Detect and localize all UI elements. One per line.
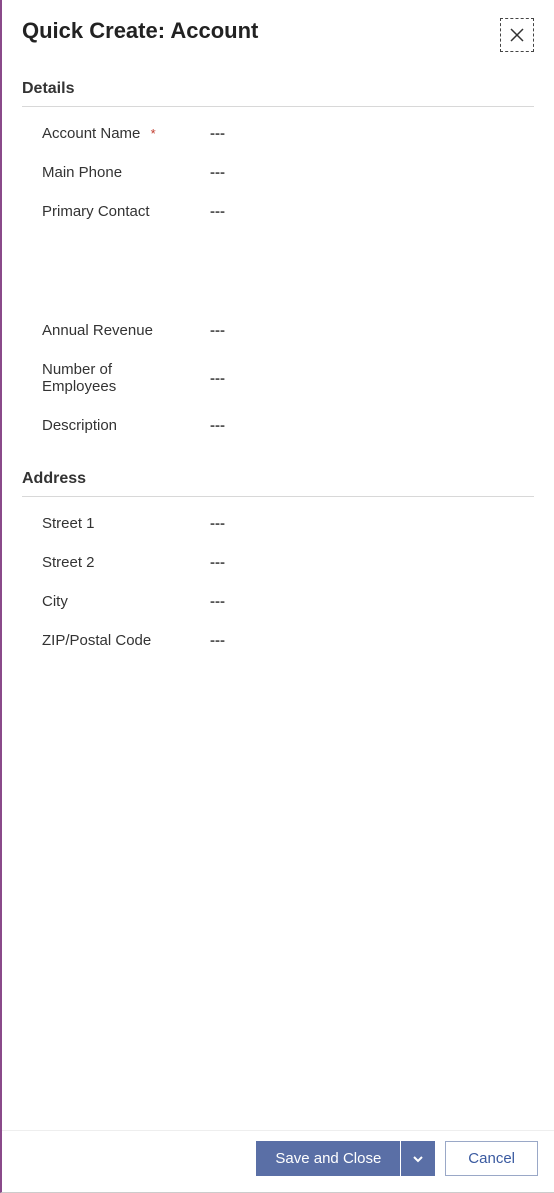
field-label-annual-revenue: Annual Revenue xyxy=(22,322,182,339)
field-label-account-name: Account Name * xyxy=(22,125,182,142)
section-title-address: Address xyxy=(22,452,534,497)
field-input-description[interactable]: --- xyxy=(182,417,225,434)
field-input-primary-contact[interactable]: --- xyxy=(182,203,225,220)
field-account-name: Account Name * --- xyxy=(22,107,534,146)
field-label-primary-contact: Primary Contact xyxy=(22,203,182,220)
field-input-main-phone[interactable]: --- xyxy=(182,164,225,181)
field-primary-contact: Primary Contact --- xyxy=(22,185,534,224)
quick-create-panel: Quick Create: Account Details Account Na… xyxy=(2,0,554,1192)
required-marker: * xyxy=(151,126,156,141)
panel-content: Details Account Name * --- Main Phone --… xyxy=(2,62,554,1130)
chevron-down-icon xyxy=(412,1153,424,1165)
field-street1: Street 1 --- xyxy=(22,497,534,536)
field-zip: ZIP/Postal Code --- xyxy=(22,614,534,653)
close-icon xyxy=(510,28,524,42)
field-label-street2: Street 2 xyxy=(22,554,182,571)
field-input-street2[interactable]: --- xyxy=(182,554,225,571)
save-split-button: Save and Close xyxy=(256,1141,435,1176)
cancel-button[interactable]: Cancel xyxy=(445,1141,538,1176)
field-annual-revenue: Annual Revenue --- xyxy=(22,304,534,343)
field-input-annual-revenue[interactable]: --- xyxy=(182,322,225,339)
panel-footer: Save and Close Cancel xyxy=(2,1130,554,1192)
field-num-employees: Number of Employees --- xyxy=(22,343,534,399)
section-title-details: Details xyxy=(22,62,534,107)
field-input-num-employees[interactable]: --- xyxy=(182,370,225,387)
field-street2: Street 2 --- xyxy=(22,536,534,575)
field-label-description: Description xyxy=(22,417,182,434)
panel-title: Quick Create: Account xyxy=(22,18,258,44)
spacer xyxy=(22,438,534,452)
field-label-main-phone: Main Phone xyxy=(22,164,182,181)
field-label-num-employees: Number of Employees xyxy=(22,361,182,395)
save-options-button[interactable] xyxy=(401,1141,435,1176)
field-label-city: City xyxy=(22,593,182,610)
field-input-city[interactable]: --- xyxy=(182,593,225,610)
close-button[interactable] xyxy=(500,18,534,52)
panel-header: Quick Create: Account xyxy=(2,0,554,62)
field-city: City --- xyxy=(22,575,534,614)
spacer xyxy=(22,224,534,304)
field-main-phone: Main Phone --- xyxy=(22,146,534,185)
field-label-street1: Street 1 xyxy=(22,515,182,532)
field-description: Description --- xyxy=(22,399,534,438)
field-input-zip[interactable]: --- xyxy=(182,632,225,649)
field-label-zip: ZIP/Postal Code xyxy=(22,632,182,649)
field-input-account-name[interactable]: --- xyxy=(182,125,225,142)
save-and-close-button[interactable]: Save and Close xyxy=(256,1141,400,1176)
field-input-street1[interactable]: --- xyxy=(182,515,225,532)
